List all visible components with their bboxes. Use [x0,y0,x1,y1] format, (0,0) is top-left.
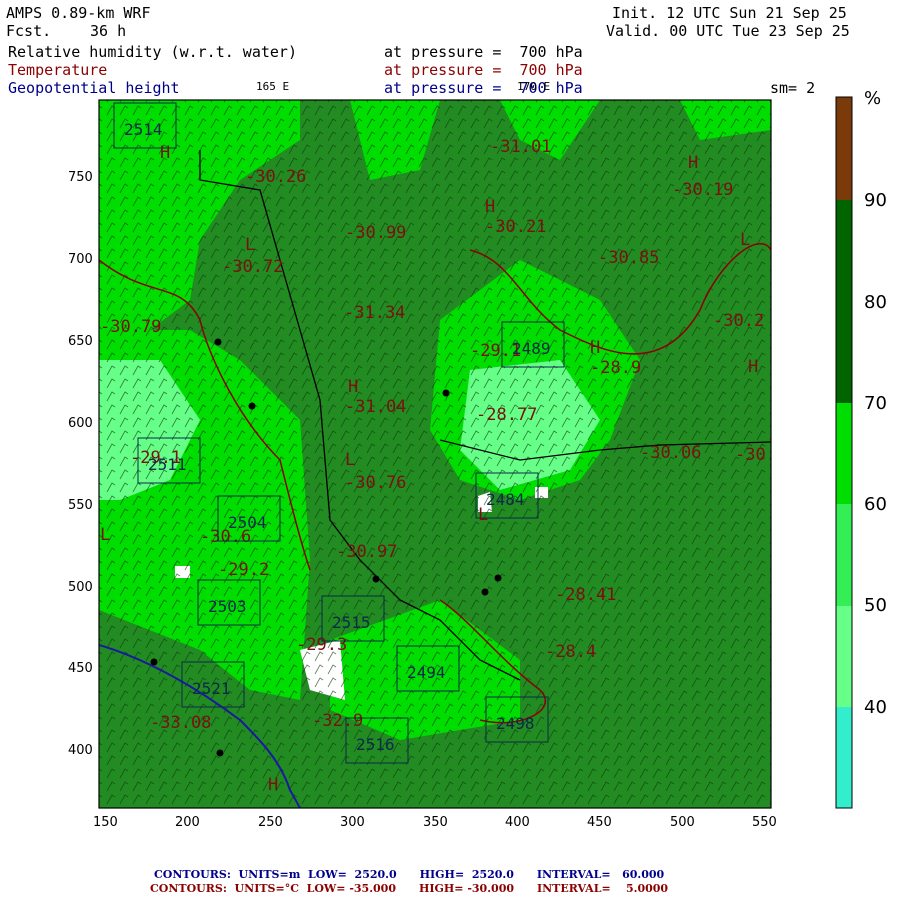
y-tick-label: 450 [68,661,93,676]
colorbar-band-60-70 [836,403,852,504]
temperature-label: -33.08 [150,713,211,733]
temperature-label: -30.19 [672,180,733,200]
height-label: 2516 [356,735,395,754]
station-marker [442,389,450,397]
y-tick-label: 650 [68,334,93,349]
temperature-label: -30.5 [735,445,786,465]
temperature-label: -28.41 [555,585,616,605]
pressure-center-label: H [160,143,170,163]
station-marker [216,749,224,757]
temperature-label: -30.76 [345,473,406,493]
x-tick-label: 550 [752,815,777,830]
colorbar-band-30-40 [836,707,852,808]
height-label: 2515 [332,613,371,632]
height-label: 2504 [228,513,267,532]
pressure-center-label: L [478,505,488,525]
temperature-label: -32.9 [312,711,363,731]
pressure-center-label: L [740,230,750,250]
station-marker [150,658,158,666]
height-label: 2503 [208,597,247,616]
pressure-center-label: H [348,377,358,397]
y-tick-label: 550 [68,498,93,513]
temperature-label: -28.9 [590,358,641,378]
pressure-center-label: L [100,525,110,545]
temperature-label: -31.34 [344,303,405,323]
station-marker [494,574,502,582]
station-marker [214,338,222,346]
temperature-label: -30.85 [598,248,659,268]
x-tick-label: 150 [93,815,118,830]
map-figure: -30.26 -30.72 -30.79 -30.99 -31.34 -31.01 -30.… [98,96,853,809]
height-label: 2511 [148,455,187,474]
station-marker [248,402,256,410]
height-label: 2494 [407,663,446,682]
temperature-label: -30.99 [345,223,406,243]
temperature-label: -28.4 [545,642,596,662]
temperature-label: -30.2 [713,311,764,331]
colorbar-band-70-90 [836,200,852,403]
pressure-center-label: H [590,338,600,358]
temperature-label: -30.97 [336,542,397,562]
temperature-label: -28.77 [476,405,537,425]
colorbar-label: 60 [864,494,887,515]
colorbar-label: 80 [864,292,887,313]
colorbar-band-50-60 [836,504,852,606]
temperature-label: -30.72 [222,257,283,277]
temperature-label: -30.21 [485,217,546,237]
y-tick-label: 750 [68,170,93,185]
colorbar-label: 40 [864,697,887,718]
y-tick-label: 400 [68,743,93,758]
x-tick-label: 350 [423,815,448,830]
colorbar-label: 50 [864,595,887,616]
temperature-label: -29.2 [218,560,269,580]
colorbar-band-40-50 [836,606,852,707]
colorbar-label: 90 [864,190,887,211]
y-tick-label: 700 [68,252,93,267]
pressure-center-label: H [268,775,278,795]
y-tick-label: 500 [68,580,93,595]
colorbar-band-90-100 [836,97,852,200]
pressure-center-label: H [485,197,495,217]
height-label: 2514 [124,120,163,139]
height-label: 2484 [486,490,525,509]
x-tick-label: 500 [670,815,695,830]
pressure-center-label: H [748,357,758,377]
station-marker [372,575,380,583]
x-tick-label: 250 [258,815,283,830]
colorbar-unit: % [864,88,882,109]
colorbar-label: 70 [864,393,887,414]
x-tick-label: 450 [587,815,612,830]
height-label: 2521 [192,679,231,698]
height-label: 2489 [512,339,551,358]
footer-temp-contours: CONTOURS: UNITS=°C LOW= -35.000 HIGH= -3… [150,882,669,895]
station-marker [481,588,489,596]
x-tick-label: 300 [340,815,365,830]
pressure-center-label: H [688,153,698,173]
pressure-center-label: L [345,450,355,470]
temperature-label: -31.01 [490,137,551,157]
temperature-label: -30.79 [100,317,161,337]
pressure-center-label: L [245,235,255,255]
footer-height-contours: CONTOURS: UNITS=m LOW= 2520.0 HIGH= 2520… [154,868,665,881]
temperature-label: -31.04 [345,397,406,417]
temperature-label: -30.26 [245,167,306,187]
temperature-label: -30.06 [640,443,701,463]
x-tick-label: 400 [505,815,530,830]
y-tick-label: 600 [68,416,93,431]
height-label: 2498 [496,714,535,733]
x-tick-label: 200 [175,815,200,830]
